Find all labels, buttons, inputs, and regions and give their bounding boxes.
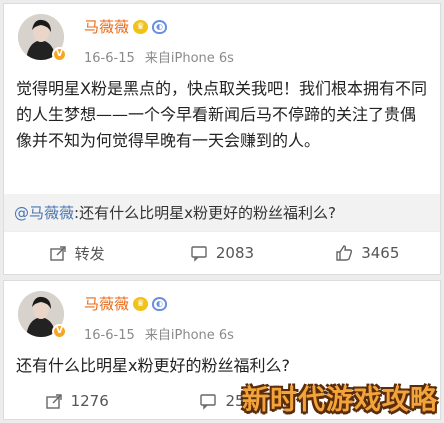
shield-icon: ◐ bbox=[152, 19, 168, 34]
post-date: 16-6-15 bbox=[84, 51, 135, 66]
like-count: 3465 bbox=[361, 244, 400, 262]
post-source: 来自iPhone 6s bbox=[144, 51, 234, 66]
comment-icon bbox=[200, 394, 217, 410]
verified-badge-icon: V bbox=[52, 47, 67, 62]
user-name-text[interactable]: 马薇薇 bbox=[84, 16, 129, 37]
user-name[interactable]: 马薇薇 ♛ ◐ bbox=[84, 293, 168, 314]
post-meta: 16-6-15 来自iPhone 6s bbox=[84, 324, 234, 343]
share-button[interactable]: 转发 bbox=[4, 232, 149, 274]
post-meta: 16-6-15 来自iPhone 6s bbox=[84, 47, 234, 66]
shield-icon: ◐ bbox=[152, 296, 168, 311]
vip-crown-icon: ♛ bbox=[133, 19, 149, 34]
quoted-text: :还有什么比明星x粉更好的粉丝福利么? bbox=[74, 204, 336, 222]
action-bar: 转发 2083 3465 bbox=[4, 231, 440, 274]
post-source: 来自iPhone 6s bbox=[144, 328, 234, 343]
like-button[interactable]: 3465 bbox=[295, 232, 440, 274]
user-name-text[interactable]: 马薇薇 bbox=[84, 293, 129, 314]
user-name[interactable]: 马薇薇 ♛ ◐ bbox=[84, 16, 168, 37]
vip-crown-icon: ♛ bbox=[133, 296, 149, 311]
comment-count: 2083 bbox=[215, 244, 255, 262]
share-icon bbox=[49, 246, 66, 261]
post-text: 还有什么比明星x粉更好的粉丝福利么? bbox=[16, 356, 290, 375]
watermark: 新时代游戏攻略 bbox=[242, 385, 438, 416]
comment-button[interactable]: 2083 bbox=[149, 232, 294, 274]
comment-icon bbox=[191, 246, 207, 262]
mention-user[interactable]: @马薇薇 bbox=[14, 204, 74, 222]
like-icon bbox=[336, 245, 353, 261]
post-date: 16-6-15 bbox=[84, 328, 135, 343]
share-button[interactable]: 1276 bbox=[4, 383, 149, 419]
share-count: 1276 bbox=[70, 392, 109, 410]
verified-badge-icon: V bbox=[52, 324, 67, 339]
share-label: 转发 bbox=[74, 244, 105, 263]
post-text: 觉得明星X粉是黑点的，快点取关我吧！我们根本拥有不同的人生梦想——一个今早看新闻… bbox=[16, 79, 427, 150]
quoted-post[interactable]: @马薇薇:还有什么比明星x粉更好的粉丝福利么? bbox=[4, 194, 440, 232]
weibo-post: V 马薇薇 ♛ ◐ 16-6-15 来自iPhone 6s 觉得明星X粉是黑点的… bbox=[3, 3, 441, 275]
share-icon bbox=[45, 394, 62, 409]
